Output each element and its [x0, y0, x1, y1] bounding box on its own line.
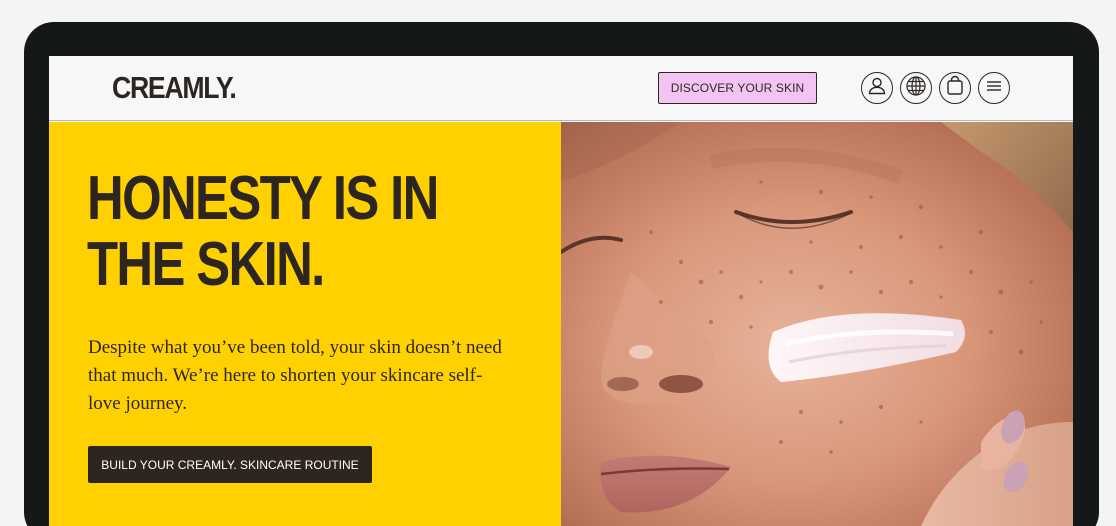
- build-routine-button[interactable]: BUILD YOUR CREAMLY. SKINCARE ROUTINE: [88, 446, 372, 483]
- account-button[interactable]: [861, 72, 893, 104]
- discover-your-skin-button[interactable]: DISCOVER YOUR SKIN: [658, 72, 817, 104]
- hero-headline-line-2: THE SKIN.: [87, 230, 325, 299]
- hero-image: [561, 122, 1073, 526]
- bag-icon: [944, 75, 966, 102]
- cart-button[interactable]: [939, 72, 971, 104]
- menu-button[interactable]: [978, 72, 1010, 104]
- menu-icon: [983, 75, 1005, 102]
- language-button[interactable]: [900, 72, 932, 104]
- hero-headline-line-1: HONESTY IS IN: [87, 164, 439, 233]
- account-icon: [866, 75, 888, 102]
- hero-headline: HONESTY IS IN THE SKIN.: [87, 164, 439, 299]
- brand-logo[interactable]: CREAMLY.: [112, 70, 237, 106]
- hero-text-panel: HONESTY IS IN THE SKIN. Despite what you…: [49, 122, 561, 526]
- hero-body-text: Despite what you’ve been told, your skin…: [88, 337, 502, 414]
- site-header: CREAMLY. DISCOVER YOUR SKIN: [49, 56, 1073, 121]
- face-illustration: [561, 122, 1073, 526]
- browser-screen: CREAMLY. DISCOVER YOUR SKIN HONESTY IS I…: [49, 56, 1073, 526]
- globe-icon: [905, 75, 927, 102]
